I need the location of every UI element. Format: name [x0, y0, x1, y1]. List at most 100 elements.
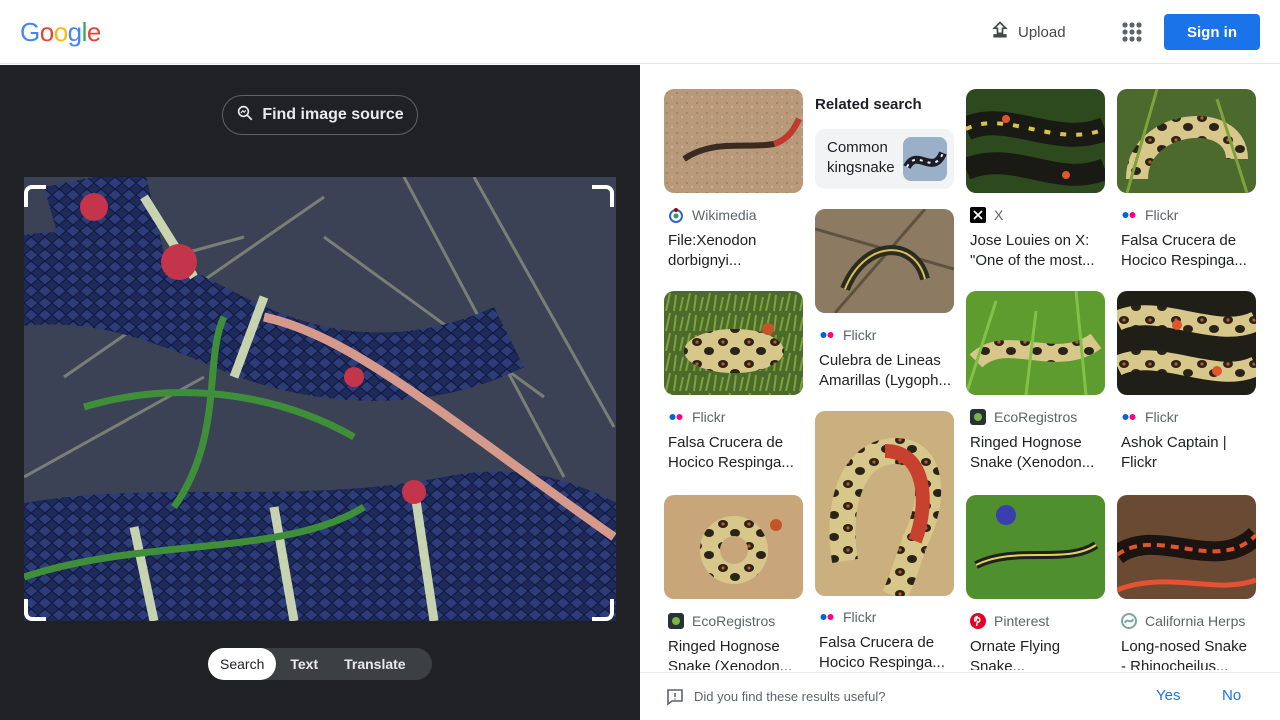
result-thumbnail [966, 291, 1105, 395]
top-bar: Google Upload Sign in [0, 0, 1280, 64]
find-image-source-label: Find image source [262, 106, 404, 123]
result-card[interactable]: Flickr Falsa Crucera de Hocico Respinga.… [815, 411, 955, 670]
result-title: Falsa Crucera de Hocico Respinga... [819, 634, 945, 670]
upload-label: Upload [1018, 23, 1066, 41]
google-logo[interactable]: Google [20, 17, 101, 48]
result-source-name: Flickr [1145, 207, 1179, 223]
result-source: EcoRegistros [970, 409, 1077, 425]
tab-translate[interactable]: Translate [332, 648, 417, 680]
result-title: Long-nosed Snake - Rhinocheilus... [1121, 638, 1247, 670]
result-thumbnail [664, 291, 803, 395]
result-source-name: EcoRegistros [994, 409, 1078, 425]
result-card[interactable]: Wikimedia File:Xenodon dorbignyi... [664, 89, 804, 269]
result-thumbnail [966, 495, 1105, 599]
crop-handle-bottom-right[interactable] [592, 599, 614, 621]
pinterest-icon [970, 613, 986, 629]
result-source-name: California Herps [1145, 613, 1246, 629]
result-card[interactable]: Flickr Culebra de Lineas Amarillas (Lygo… [815, 209, 955, 393]
result-thumbnail [815, 209, 954, 313]
image-search-icon [236, 104, 254, 127]
tab-text[interactable]: Text [276, 648, 332, 680]
result-source-name: Pinterest [994, 613, 1050, 629]
result-source-name: X [994, 207, 1004, 223]
ecoregistros-icon [668, 613, 684, 629]
lens-query-panel: Find image source Search Text Translate [0, 65, 640, 720]
result-source: X [970, 207, 1003, 223]
result-source: Flickr [1121, 409, 1178, 425]
visual-matches-grid: Wikimedia File:Xenodon dorbignyi... Flic… [640, 65, 1280, 670]
query-image [24, 177, 616, 621]
flickr-icon [819, 609, 835, 625]
result-source-name: Wikimedia [692, 207, 757, 223]
result-thumbnail [966, 89, 1105, 193]
result-title: Ashok Captain | Flickr [1121, 434, 1227, 471]
ecoregistros-icon [970, 409, 986, 425]
result-card[interactable]: X Jose Louies on X: "One of the most... [966, 89, 1106, 269]
related-search-heading: Related search [815, 96, 922, 113]
result-source: Flickr [668, 409, 725, 425]
result-card[interactable]: Flickr Falsa Crucera de Hocico Respinga.… [1117, 89, 1257, 269]
feedback-yes-button[interactable]: Yes [1156, 687, 1180, 704]
result-source: Flickr [1121, 207, 1178, 223]
sign-in-button[interactable]: Sign in [1164, 14, 1260, 50]
california-herps-icon [1121, 613, 1137, 629]
related-search-thumbnail [903, 137, 947, 181]
result-thumbnail [664, 89, 803, 193]
result-title: Ringed Hognose Snake (Xenodon... [970, 434, 1095, 471]
upload-button[interactable]: Upload [990, 18, 1066, 46]
result-title: Jose Louies on X: "One of the most... [970, 232, 1095, 269]
result-title: Ornate Flying Snake... [970, 638, 1061, 670]
result-thumbnail [1117, 291, 1256, 395]
logo-letter: g [67, 17, 82, 47]
upload-icon [990, 20, 1010, 44]
flickr-icon [819, 327, 835, 343]
result-thumbnail [1117, 89, 1256, 193]
result-title: Ringed Hognose Snake (Xenodon... [668, 638, 793, 670]
logo-letter: G [20, 17, 40, 47]
result-source: Flickr [819, 327, 876, 343]
result-card[interactable]: California Herps Long-nosed Snake - Rhin… [1117, 495, 1257, 670]
result-source-name: EcoRegistros [692, 613, 776, 629]
result-title: File:Xenodon dorbignyi... [668, 232, 757, 269]
logo-letter: e [86, 17, 101, 47]
result-card[interactable]: EcoRegistros Ringed Hognose Snake (Xenod… [966, 291, 1106, 475]
result-title: Falsa Crucera de Hocico Respinga... [1121, 232, 1247, 269]
result-card[interactable]: Flickr Falsa Crucera de Hocico Respinga.… [664, 291, 804, 475]
lens-mode-tabs: Search Text Translate [208, 648, 432, 680]
crop-handle-top-right[interactable] [592, 185, 614, 207]
crop-handle-top-left[interactable] [24, 185, 46, 207]
flickr-icon [1121, 207, 1137, 223]
result-card[interactable]: EcoRegistros Ringed Hognose Snake (Xenod… [664, 495, 804, 670]
result-source: Pinterest [970, 613, 1049, 629]
x-icon [970, 207, 986, 223]
apps-grid-icon[interactable] [1118, 18, 1146, 46]
result-source-name: Flickr [843, 609, 877, 625]
tab-search[interactable]: Search [208, 648, 277, 680]
result-source-name: Flickr [843, 327, 877, 343]
result-source-name: Flickr [692, 409, 726, 425]
result-thumbnail [1117, 495, 1256, 599]
result-thumbnail [664, 495, 803, 599]
feedback-question: Did you find these results useful? [694, 689, 886, 704]
feedback-no-button[interactable]: No [1222, 687, 1241, 704]
result-card[interactable]: Flickr Ashok Captain | Flickr [1117, 291, 1257, 475]
flickr-icon [1121, 409, 1137, 425]
find-image-source-button[interactable]: Find image source [222, 95, 418, 135]
result-source-name: Flickr [1145, 409, 1179, 425]
logo-letter: o [39, 17, 54, 47]
result-title: Culebra de Lineas Amarillas (Lygoph... [819, 352, 951, 389]
crop-handle-bottom-left[interactable] [24, 599, 46, 621]
feedback-bar: Did you find these results useful? Yes N… [640, 672, 1280, 720]
related-search-chip[interactable]: Common kingsnake [815, 129, 954, 189]
flickr-icon [668, 409, 684, 425]
result-source: EcoRegistros [668, 613, 775, 629]
result-source: Flickr [819, 609, 876, 625]
result-source: Wikimedia [668, 207, 757, 223]
logo-letter: o [53, 17, 68, 47]
feedback-icon [666, 688, 684, 706]
wikimedia-icon [668, 207, 684, 223]
related-search-label: Common kingsnake [827, 139, 895, 176]
result-card[interactable]: Pinterest Ornate Flying Snake... [966, 495, 1106, 670]
result-thumbnail [815, 411, 954, 596]
result-title: Falsa Crucera de Hocico Respinga... [668, 434, 794, 471]
